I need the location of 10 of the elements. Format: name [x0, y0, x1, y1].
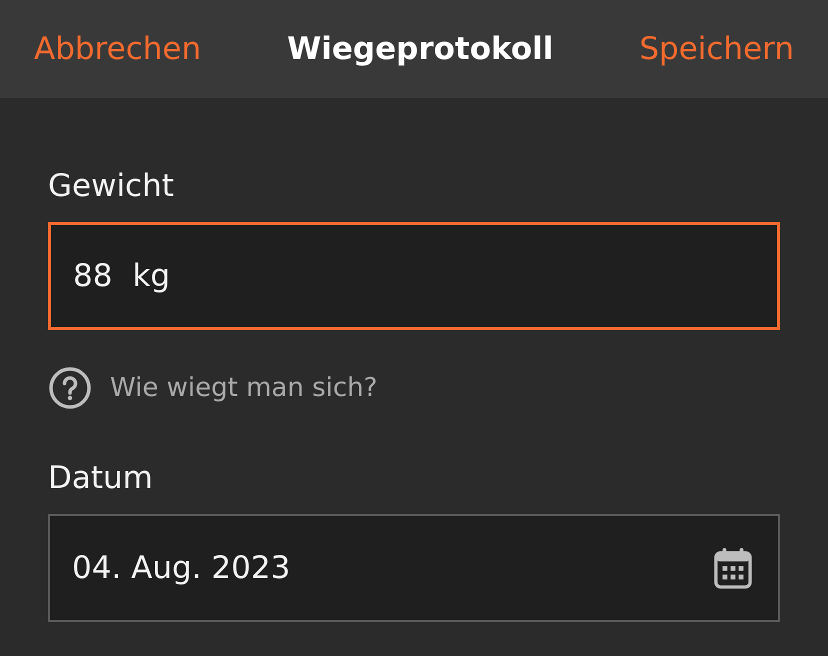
calendar-icon[interactable]	[714, 547, 752, 589]
weight-field[interactable]: 88 kg	[48, 222, 780, 330]
help-link[interactable]: Wie wiegt man sich?	[110, 373, 378, 403]
date-field[interactable]: 04. Aug. 2023	[48, 514, 780, 622]
field-label: Datum	[48, 459, 153, 498]
help-icon[interactable]	[48, 366, 92, 410]
cancel-button[interactable]: Abbrechen	[34, 31, 202, 67]
save-button[interactable]: Speichern	[639, 31, 794, 67]
field-label: Gewicht	[48, 167, 174, 206]
screen-title: Wiegeprotokoll	[287, 31, 554, 67]
